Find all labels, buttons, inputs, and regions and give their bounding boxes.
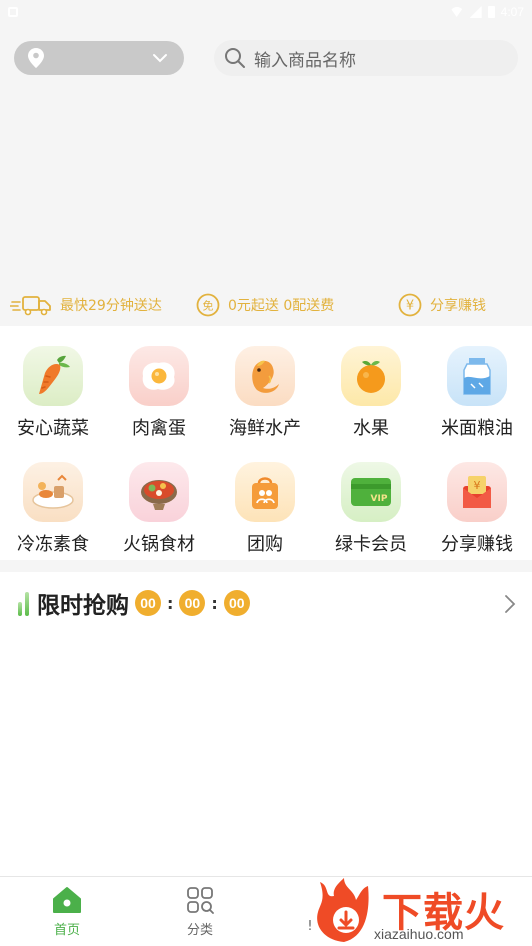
feature-label: 分享赚钱 [430,298,486,314]
status-indicators: 4:07 [449,5,524,19]
category-label: 肉禽蛋 [132,418,186,439]
location-selector[interactable] [14,41,184,75]
status-bar: 4:07 [0,0,532,24]
category-vip-card[interactable]: VIP 绿卡会员 [318,462,424,556]
flash-sale-header: 限时抢购 00 : 00 : 00 [18,586,250,620]
category-label: 火锅食材 [123,534,195,555]
timer-separator: : [167,593,174,613]
hotpot-icon [129,462,189,522]
chevron-down-icon [153,54,167,63]
red-envelope-icon: ¥ [447,462,507,522]
group-buy-bag-icon [235,462,295,522]
tab-category[interactable]: 分类 [160,885,240,938]
timer-minutes: 00 [179,590,206,616]
top-bar: 输入商品名称 [14,40,518,76]
battery-icon [487,6,495,18]
search-placeholder: 输入商品名称 [254,50,356,71]
flash-sale-section: 限时抢购 00 : 00 : 00 [0,572,532,876]
flash-sale-more-button[interactable] [504,594,516,618]
timer-seconds: 00 [223,590,250,616]
category-grid: 安心蔬菜 肉禽蛋 海鲜水产 水果 米面粮油 冷冻素食 火锅食材 团购 VIP 绿… [0,326,532,560]
service-features: 最快29分钟送达 免 0元起送 0配送费 ¥ 分享赚钱 [0,286,532,324]
signal-icon [469,6,482,18]
watermark-logo: 下载火 xiazaihuo.com [310,876,530,946]
svg-text:¥: ¥ [406,299,414,314]
grid-icon [187,887,214,914]
tab-label: 首页 [53,923,80,938]
category-grain-oil[interactable]: 米面粮油 [424,346,530,440]
category-vegetables[interactable]: 安心蔬菜 [0,346,106,440]
category-label: 米面粮油 [441,418,513,439]
feature-fast-delivery: 最快29分钟送达 [10,294,162,316]
svg-text:VIP: VIP [371,494,388,504]
vip-card-icon: VIP [341,462,401,522]
location-pin-icon [28,48,44,68]
search-icon [225,48,245,68]
flash-bars-icon [18,590,29,616]
category-frozen[interactable]: 冷冻素食 [0,462,106,556]
feature-free-shipping: 免 0元起送 0配送费 [196,293,334,317]
category-fruit[interactable]: 水果 [318,346,424,440]
chevron-right-icon [505,595,516,613]
search-input[interactable]: 输入商品名称 [214,40,518,76]
wifi-icon [449,7,464,17]
svg-text:¥: ¥ [474,479,481,492]
timer-hours: 00 [135,590,161,616]
yen-coin-icon: ¥ [398,293,422,317]
flame-download-icon [317,878,369,942]
carrot-icon [23,346,83,406]
category-hotpot[interactable]: 火锅食材 [106,462,212,556]
category-label: 安心蔬菜 [17,418,89,439]
feature-share-earn[interactable]: ¥ 分享赚钱 [398,293,486,317]
feature-label: 最快29分钟送达 [60,298,162,314]
category-label: 冷冻素食 [17,534,89,555]
category-label: 水果 [353,418,389,439]
milk-carton-icon [447,346,507,406]
orange-icon [341,346,401,406]
fish-icon [235,346,295,406]
category-label: 团购 [247,534,283,555]
notification-icon [8,7,18,17]
category-seafood[interactable]: 海鲜水产 [212,346,318,440]
category-label: 分享赚钱 [441,534,513,555]
category-label: 海鲜水产 [229,418,301,439]
category-label: 绿卡会员 [335,534,407,555]
watermark-url: xiazaihuo.com [374,926,464,942]
home-icon [53,887,81,913]
free-shipping-icon: 免 [196,293,220,317]
bottom-tab-bar: 首页 分类 ! 下载火 xiazaihuo.com [0,876,532,946]
banner[interactable] [0,84,532,284]
tab-label: 分类 [186,923,213,938]
feature-label: 0元起送 0配送费 [228,298,335,314]
category-group-buy[interactable]: 团购 [212,462,318,556]
delivery-truck-icon [10,294,52,316]
status-time: 4:07 [500,5,524,19]
frozen-food-icon [23,462,83,522]
egg-icon [129,346,189,406]
flash-sale-title: 限时抢购 [37,593,129,619]
category-meat-eggs[interactable]: 肉禽蛋 [106,346,212,440]
countdown-timer: 00 : 00 : 00 [135,590,250,616]
tab-home[interactable]: 首页 [27,885,107,938]
svg-text:免: 免 [203,299,214,313]
timer-separator: : [211,593,218,613]
category-share-earn[interactable]: ¥ 分享赚钱 [424,462,530,556]
